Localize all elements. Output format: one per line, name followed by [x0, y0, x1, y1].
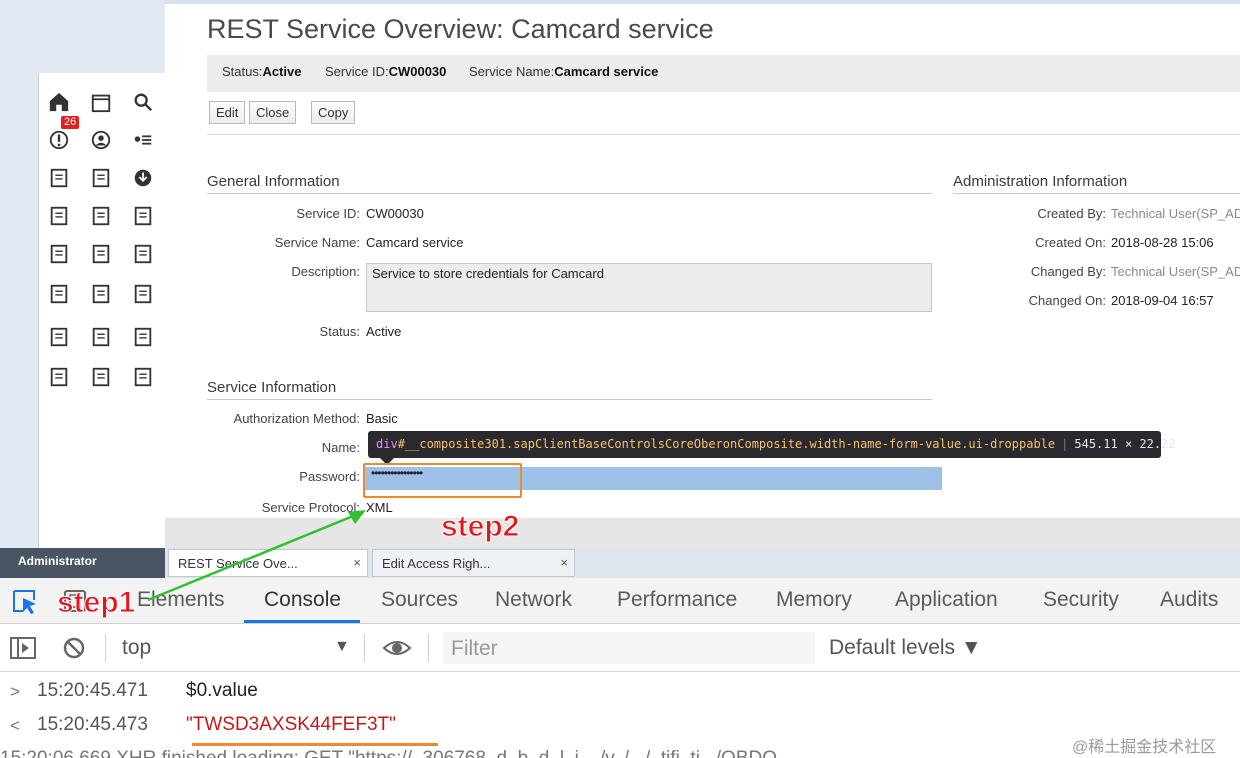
general-info-title: General Information	[207, 173, 340, 190]
divider	[953, 193, 1240, 194]
result-underline	[192, 743, 438, 746]
description-field[interactable]: Service to store credentials for Camcard	[366, 263, 932, 312]
service-info-title: Service Information	[207, 379, 337, 396]
changed-on-value: 2018-09-04 16:57	[1111, 293, 1214, 308]
box-icon[interactable]	[47, 365, 71, 389]
cube-icon[interactable]	[89, 166, 113, 190]
tab-network[interactable]: Network	[495, 588, 572, 612]
sidebar-toggle-icon[interactable]	[10, 636, 36, 660]
tab-memory[interactable]: Memory	[776, 588, 852, 612]
page-title: REST Service Overview: Camcard service	[207, 14, 714, 44]
chevron-down-icon[interactable]: ▼	[334, 638, 350, 656]
download-icon[interactable]	[131, 166, 155, 190]
filter-input[interactable]: Filter	[443, 632, 815, 664]
console-result[interactable]: "TWSD3AXSK44FEF3T"	[186, 714, 396, 736]
status-label: Status:	[319, 324, 360, 339]
tooltip-selector: #__composite301.sapClientBaseControlsCor…	[397, 437, 1056, 451]
timestamp: 15:20:45.473	[37, 714, 148, 735]
tooltip-size: 545.11 × 22.22	[1074, 437, 1176, 451]
created-on-value: 2018-08-28 15:06	[1111, 235, 1214, 250]
admin-info-title: Administration Information	[953, 173, 1128, 190]
transfer-money-icon[interactable]	[131, 204, 155, 228]
user-list-icon[interactable]	[131, 128, 155, 152]
user-circle-icon[interactable]	[89, 128, 113, 152]
service-name-value: Camcard service	[366, 235, 464, 250]
description-label: Description:	[291, 264, 360, 279]
eye-icon[interactable]	[382, 636, 412, 660]
service-name-item: Service Name:Camcard service	[469, 64, 659, 79]
form-icon[interactable]	[89, 325, 113, 349]
map-icon[interactable]	[89, 282, 113, 306]
active-tab-indicator	[244, 620, 360, 623]
checklist-icon[interactable]	[131, 325, 155, 349]
close-tab-icon[interactable]: ×	[560, 555, 568, 570]
search-icon[interactable]	[131, 90, 155, 114]
name-label: Name:	[321, 440, 360, 455]
changed-on-label: Changed On:	[1028, 293, 1106, 308]
service-id-label: Service ID:	[296, 206, 360, 221]
service-id-value: CW00030	[366, 206, 424, 221]
pages-icon[interactable]	[89, 365, 113, 389]
copy-button[interactable]: Copy	[311, 101, 356, 124]
home-icon[interactable]	[47, 90, 71, 114]
auth-method-value: Basic	[366, 411, 398, 426]
status-value: Active	[366, 324, 402, 339]
created-on-label: Created On:	[1035, 235, 1106, 250]
status-item: Status:Active	[222, 64, 302, 79]
report-icon[interactable]	[47, 204, 71, 228]
notification-badge: 26	[61, 116, 80, 129]
copy-doc-icon[interactable]	[47, 325, 71, 349]
step2-label: step2	[440, 510, 520, 544]
close-button[interactable]: Close	[249, 101, 297, 124]
inspect-element-icon[interactable]	[10, 587, 40, 617]
divider	[207, 134, 1240, 135]
edit-button[interactable]: Edit	[209, 101, 246, 124]
created-by-label: Created By:	[1037, 206, 1106, 221]
tab-security[interactable]: Security	[1043, 588, 1119, 612]
document-icon[interactable]	[131, 282, 155, 306]
step-arrow	[147, 510, 366, 602]
auth-method-label: Authorization Method:	[233, 411, 360, 426]
step1-label: step1	[56, 586, 136, 620]
tooltip-tag: div	[376, 437, 398, 451]
context-selector[interactable]: top	[122, 636, 151, 660]
output-prompt-icon: <	[10, 716, 20, 735]
list-icon[interactable]	[131, 365, 155, 389]
coin-icon[interactable]	[89, 204, 113, 228]
log-levels-dropdown[interactable]: Default levels ▼	[829, 636, 982, 660]
dollar-doc-icon[interactable]	[131, 242, 155, 266]
divider	[207, 193, 932, 194]
step2-highlight-box	[363, 463, 522, 498]
hierarchy-icon[interactable]	[47, 166, 71, 190]
service-id-item: Service ID:CW00030	[325, 64, 447, 79]
divider	[207, 399, 932, 400]
watermark: @稀土掘金技术社区	[1072, 739, 1217, 756]
status-bar: Status:Active Service ID:CW00030 Service…	[207, 55, 1240, 92]
alert-icon[interactable]	[47, 128, 71, 152]
archive-icon[interactable]	[89, 242, 113, 266]
password-label: Password:	[299, 469, 360, 484]
changed-by-value: Technical User(SP_AD	[1111, 264, 1240, 279]
service-name-label: Service Name:	[274, 235, 360, 250]
tab-audits[interactable]: Audits	[1160, 588, 1218, 612]
globe-icon[interactable]	[47, 282, 71, 306]
chat-icon[interactable]	[47, 242, 71, 266]
element-inspect-tooltip: div#__composite301.sapClientBaseControls…	[368, 431, 1176, 458]
tab-sources[interactable]: Sources	[381, 588, 458, 612]
changed-by-label: Changed By:	[1030, 264, 1106, 279]
input-prompt-icon: >	[10, 682, 20, 701]
console-command[interactable]: $0.value	[186, 680, 258, 702]
created-by-value: Technical User(SP_AD	[1111, 206, 1240, 221]
window-tab-edit-access[interactable]: Edit Access Righ... ×	[372, 549, 575, 577]
tab-application[interactable]: Application	[895, 588, 998, 612]
console-line-partial: 15:20:06.669 XHR finished loading: GET "…	[0, 748, 777, 758]
timestamp: 15:20:45.471	[37, 680, 148, 701]
clear-console-icon[interactable]	[62, 636, 86, 660]
calendar-icon[interactable]	[89, 90, 113, 114]
tab-label: Edit Access Righ...	[382, 556, 491, 571]
tab-performance[interactable]: Performance	[617, 588, 737, 612]
